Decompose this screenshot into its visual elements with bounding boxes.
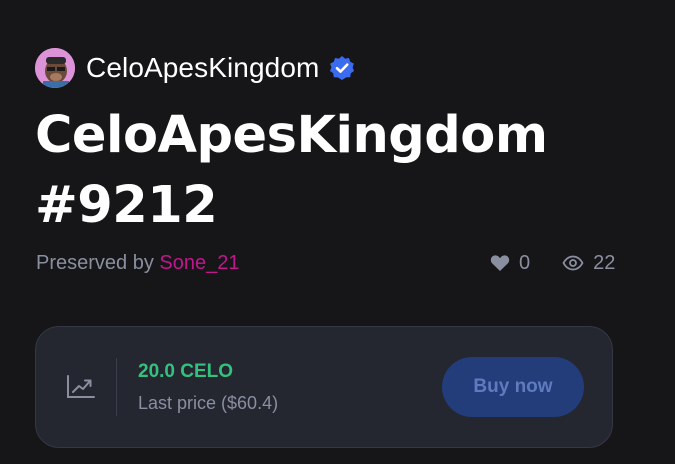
eye-icon [562, 255, 584, 271]
nft-title-line1: CeloApesKingdom [35, 106, 548, 165]
price-card: 20.0 CELO Last price ($60.4) Buy now [35, 326, 613, 448]
views-stat: 22 [562, 252, 615, 275]
collection-name[interactable]: CeloApesKingdom [86, 47, 319, 89]
price-divider [116, 358, 117, 416]
trending-up-icon [67, 375, 95, 398]
owner-link[interactable]: Sone_21 [159, 252, 239, 274]
likes-stat[interactable]: 0 [490, 252, 530, 275]
buy-now-button[interactable]: Buy now [442, 357, 584, 417]
likes-count: 0 [519, 251, 531, 274]
nft-title-line2: #9212 [35, 176, 218, 235]
stats-row: 0 22 [490, 250, 615, 276]
collection-header[interactable]: CeloApesKingdom [35, 47, 355, 89]
price-value: 20.0 CELO [138, 361, 234, 382]
collection-avatar[interactable] [35, 48, 75, 88]
heart-icon[interactable] [490, 254, 510, 272]
owner-line: Preserved by Sone_21 [36, 250, 239, 276]
views-count: 22 [593, 251, 616, 274]
ape-avatar-icon [35, 48, 75, 88]
last-price: Last price ($60.4) [138, 393, 279, 413]
nft-title: CeloApesKingdom #9212 [35, 101, 635, 241]
owner-prefix: Preserved by [36, 252, 154, 274]
verified-badge-icon [329, 55, 355, 81]
nft-detail-page: CeloApesKingdom CeloApesKingdom #9212 Pr… [0, 0, 675, 464]
